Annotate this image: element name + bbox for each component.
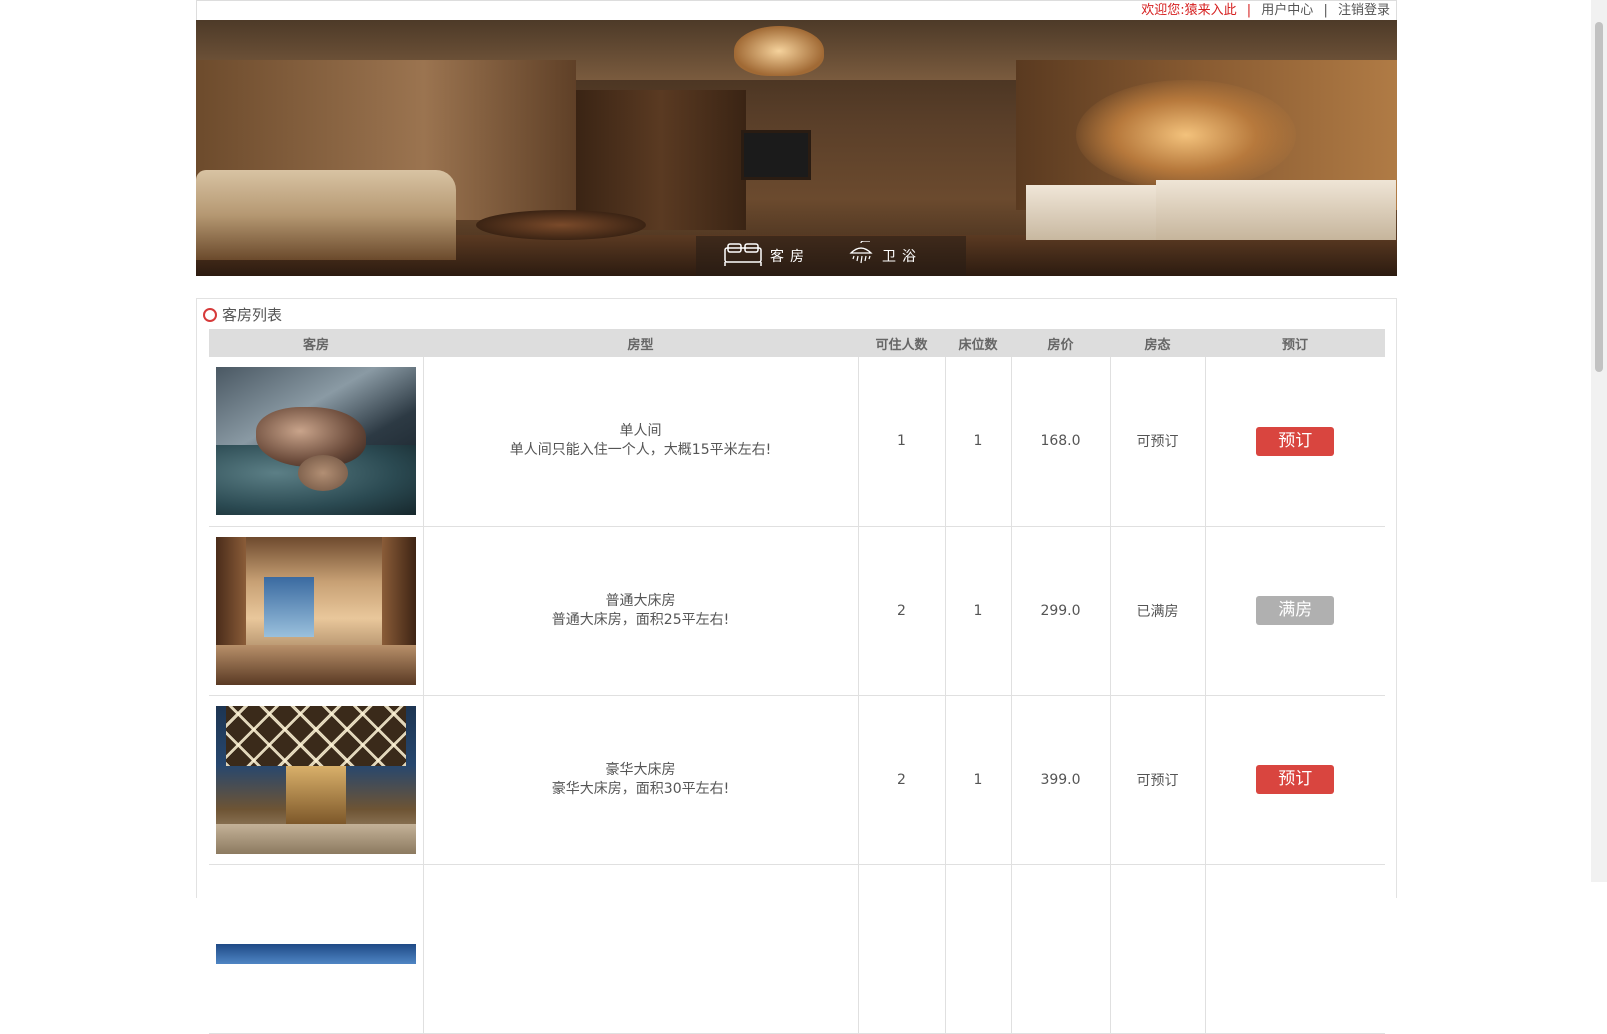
room-photo[interactable] xyxy=(215,536,416,685)
room-photo-cell xyxy=(209,864,424,1034)
price-cell: 299.0 xyxy=(1011,526,1111,696)
room-photo-cell xyxy=(209,526,424,696)
status-cell: 可预订 xyxy=(1110,357,1206,527)
hero-banner-image: 客房 卫浴 xyxy=(196,20,1397,276)
tab-rooms-label: 客房 xyxy=(770,249,810,265)
status-cell: 已满房 xyxy=(1110,526,1206,696)
table-row: 单人间 单人间只能入住一个人，大概15平米左右! 1 1 168.0 可预订 预… xyxy=(209,357,1385,527)
price-cell: 399.0 xyxy=(1011,695,1111,865)
room-type-cell: 普通大床房 普通大床房，面积25平左右! xyxy=(423,526,859,696)
status-cell: 可预订 xyxy=(1110,695,1206,865)
room-photo[interactable] xyxy=(215,943,416,964)
beds-cell: 1 xyxy=(945,357,1012,527)
column-header-room: 客房 xyxy=(209,329,423,357)
room-table: 客房 房型 可住人数 床位数 房价 房态 预订 单人间 单人间只能入住一个人，大… xyxy=(209,329,1385,1034)
tab-bathroom-label: 卫浴 xyxy=(882,249,922,265)
room-type-name: 豪华大床房 xyxy=(605,761,676,778)
beds-cell: 1 xyxy=(945,526,1012,696)
table-row: 普通大床房 普通大床房，面积25平左右! 2 1 299.0 已满房 满房 xyxy=(209,526,1385,696)
username-link[interactable]: 猿来入此 xyxy=(1185,3,1237,18)
room-photo[interactable] xyxy=(215,705,416,854)
room-photo-cell xyxy=(209,695,424,865)
separator: | xyxy=(1323,3,1328,18)
page-scrollbar[interactable] xyxy=(1591,0,1607,882)
shower-icon xyxy=(848,240,882,271)
room-type-description: 豪华大床房，面积30平左右! xyxy=(551,780,730,797)
booking-cell: 预订 xyxy=(1205,695,1385,865)
room-type-name: 单人间 xyxy=(619,423,662,440)
circle-icon xyxy=(203,308,217,322)
booking-cell: 满房 xyxy=(1205,526,1385,696)
booking-cell: 预订 xyxy=(1205,357,1385,527)
room-type-description: 普通大床房，面积25平左右! xyxy=(551,611,730,628)
bed-icon xyxy=(724,242,770,270)
logout-link[interactable]: 注销登录 xyxy=(1338,3,1390,18)
room-list-heading: 客房列表 xyxy=(203,305,282,325)
room-photo[interactable] xyxy=(215,367,416,516)
separator: | xyxy=(1246,3,1252,18)
capacity-cell: 2 xyxy=(858,526,946,696)
tab-rooms[interactable]: 客房 xyxy=(724,242,810,270)
welcome-label: 欢迎您: xyxy=(1141,3,1185,18)
column-header-beds: 床位数 xyxy=(945,329,1011,357)
price-cell: 168.0 xyxy=(1011,357,1111,527)
beds-cell: 1 xyxy=(945,695,1012,865)
column-header-capacity: 可住人数 xyxy=(858,329,945,357)
table-row xyxy=(209,864,1385,1034)
book-button[interactable]: 预订 xyxy=(1256,765,1335,794)
banner-tabs: 客房 卫浴 xyxy=(696,236,966,276)
room-type-name: 普通大床房 xyxy=(605,592,676,609)
fully-booked-button[interactable]: 满房 xyxy=(1256,596,1335,625)
user-center-link[interactable]: 用户中心 xyxy=(1261,3,1313,18)
table-row: 豪华大床房 豪华大床房，面积30平左右! 2 1 399.0 可预订 预订 xyxy=(209,695,1385,865)
room-type-cell: 单人间 单人间只能入住一个人，大概15平米左右! xyxy=(423,357,859,527)
room-photo-cell xyxy=(209,357,424,527)
tab-bathroom[interactable]: 卫浴 xyxy=(848,240,922,271)
column-header-booking: 预订 xyxy=(1205,329,1385,357)
table-header-row: 客房 房型 可住人数 床位数 房价 房态 预订 xyxy=(209,329,1385,357)
column-header-price: 房价 xyxy=(1011,329,1110,357)
capacity-cell: 1 xyxy=(858,357,946,527)
capacity-cell: 2 xyxy=(858,695,946,865)
top-bar: 欢迎您:猿来入此 | 用户中心 | 注销登录 xyxy=(196,0,1397,20)
scrollbar-thumb[interactable] xyxy=(1595,22,1603,372)
room-type-cell: 豪华大床房 豪华大床房，面积30平左右! xyxy=(423,695,859,865)
book-button[interactable]: 预订 xyxy=(1256,426,1335,456)
column-header-type: 房型 xyxy=(423,329,858,357)
column-header-status: 房态 xyxy=(1110,329,1205,357)
room-type-description: 单人间只能入住一个人，大概15平米左右! xyxy=(509,442,772,459)
room-list-title: 客房列表 xyxy=(222,306,283,324)
room-list-panel: 客房列表 客房 房型 可住人数 床位数 房价 房态 预订 单人间 单人间只能入住… xyxy=(196,298,1397,1034)
